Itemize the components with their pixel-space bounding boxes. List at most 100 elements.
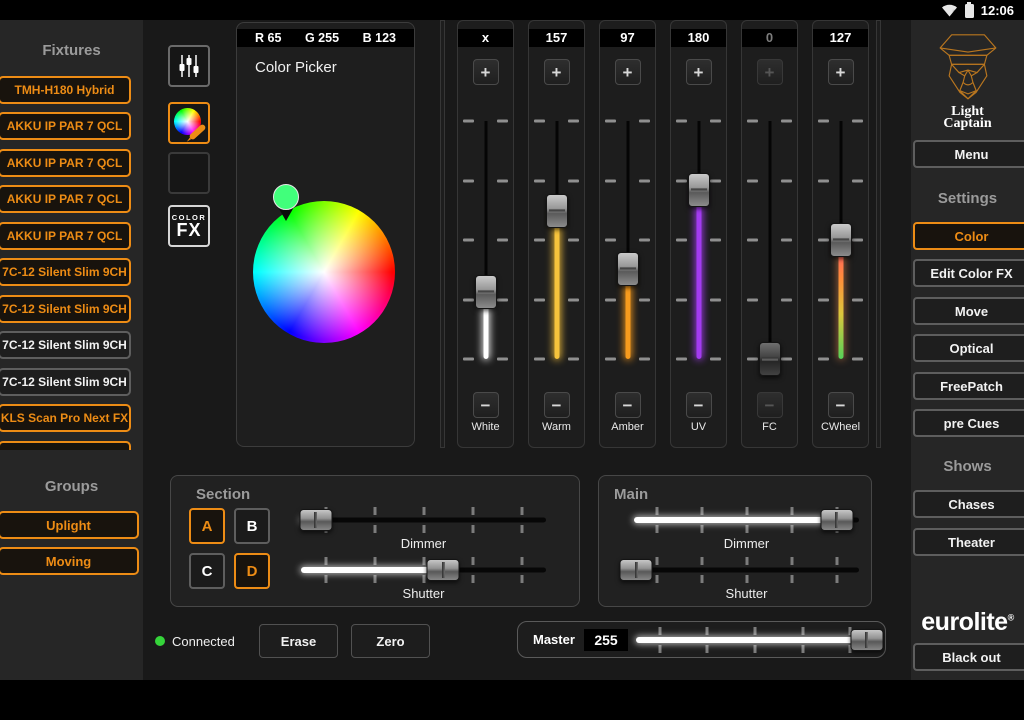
group-button-uplight[interactable]: Uplight — [0, 511, 139, 539]
fixture-button[interactable]: 7C-12 Silent Slim 9CH — [0, 331, 131, 359]
decrement-button[interactable]: − — [828, 392, 854, 418]
connection-status-dot — [155, 636, 165, 646]
increment-button[interactable]: + — [828, 59, 854, 85]
erase-button[interactable]: Erase — [259, 624, 338, 658]
fader-channel-uv: 180 + − UV — [670, 20, 727, 448]
fixture-button[interactable]: 7C-12 Silent Slim 9CH — [0, 295, 131, 323]
menu-button[interactable]: Menu — [913, 140, 1024, 168]
fixture-button[interactable]: KLS Scan Pro Next FX — [0, 404, 131, 432]
fixture-button[interactable] — [0, 441, 131, 450]
increment-button[interactable]: + — [544, 59, 570, 85]
android-nav-bar — [0, 680, 1024, 720]
color-picker-title: Color Picker — [255, 59, 337, 76]
fader-thumb[interactable] — [475, 275, 497, 309]
app-screen: ✕ 12:06 Fixtures TMH-H180 Hybrid AKKU IP… — [0, 0, 1024, 720]
dimmer-label: Dimmer — [301, 536, 546, 551]
shows-item-theater[interactable]: Theater — [913, 528, 1024, 556]
shows-item-chases[interactable]: Chases — [913, 490, 1024, 518]
fader-panel-partial — [440, 20, 445, 448]
fader-track-zone[interactable] — [534, 121, 579, 359]
connection-status-text: Connected — [172, 634, 235, 649]
fixtures-list[interactable]: TMH-H180 Hybrid AKKU IP PAR 7 QCL AKKU I… — [0, 62, 143, 450]
fader-thumb[interactable] — [546, 194, 568, 228]
slider-thumb[interactable] — [820, 509, 853, 531]
faders-tool-button[interactable] — [168, 45, 210, 87]
settings-item-freepatch[interactable]: FreePatch — [913, 372, 1024, 400]
fader-track-zone[interactable] — [747, 121, 792, 359]
increment-button[interactable]: + — [686, 59, 712, 85]
slider-thumb[interactable] — [299, 509, 332, 531]
slider-thumb[interactable] — [620, 559, 653, 581]
color-wheel[interactable] — [253, 201, 395, 343]
fader-track-zone[interactable] — [676, 121, 721, 359]
section-cell-a[interactable]: A — [189, 508, 225, 544]
channel-label: CWheel — [813, 421, 868, 433]
decrement-button[interactable]: − — [544, 392, 570, 418]
fixture-button[interactable]: TMH-H180 Hybrid — [0, 76, 131, 104]
fader-thumb[interactable] — [688, 173, 710, 207]
main-dimmer-slider[interactable] — [634, 507, 859, 533]
fixture-button[interactable]: AKKU IP PAR 7 QCL — [0, 149, 131, 177]
clock: 12:06 — [981, 3, 1014, 18]
master-slider[interactable] — [636, 627, 874, 653]
fixture-button[interactable]: 7C-12 Silent Slim 9CH — [0, 368, 131, 396]
increment-button[interactable]: + — [615, 59, 641, 85]
fixture-button[interactable]: AKKU IP PAR 7 QCL — [0, 185, 131, 213]
channel-label: UV — [671, 421, 726, 433]
shutter-label: Shutter — [634, 586, 859, 601]
light-captain-logo — [927, 25, 1009, 107]
section-cell-c[interactable]: C — [189, 553, 225, 589]
decrement-button[interactable]: − — [615, 392, 641, 418]
section-title: Section — [196, 486, 250, 503]
fixture-button[interactable]: 7C-12 Silent Slim 9CH — [0, 258, 131, 286]
battery-icon — [965, 4, 974, 18]
fader-thumb[interactable] — [759, 342, 781, 376]
settings-item-pre-cues[interactable]: pre Cues — [913, 409, 1024, 437]
section-cell-b[interactable]: B — [234, 508, 270, 544]
decrement-button[interactable]: − — [757, 392, 783, 418]
fader-thumb[interactable] — [617, 252, 639, 286]
palette-tool-button[interactable] — [168, 152, 210, 194]
fader-track-zone[interactable] — [818, 121, 863, 359]
master-label: Master — [533, 632, 575, 647]
group-button-moving[interactable]: Moving — [0, 547, 139, 575]
decrement-button[interactable]: − — [473, 392, 499, 418]
fader-channel-cwheel: 127 + − CWheel — [812, 20, 869, 448]
shutter-label: Shutter — [301, 586, 546, 601]
zero-button[interactable]: Zero — [351, 624, 430, 658]
slider-thumb[interactable] — [850, 629, 883, 651]
faders-icon — [176, 53, 202, 79]
fader-channel-warm: 157 + − Warm — [528, 20, 585, 448]
settings-item-optical[interactable]: Optical — [913, 334, 1024, 362]
fader-channel-white: x + − White — [457, 20, 514, 448]
blackout-button[interactable]: Black out — [913, 643, 1024, 671]
section-cell-d[interactable]: D — [234, 553, 270, 589]
increment-button[interactable]: + — [473, 59, 499, 85]
fixture-button[interactable]: AKKU IP PAR 7 QCL — [0, 222, 131, 250]
fader-panel-partial — [876, 20, 881, 448]
fader-track-zone[interactable] — [463, 121, 508, 359]
channel-value: 180 — [671, 29, 726, 47]
channel-value: x — [458, 29, 513, 47]
section-dimmer-slider[interactable] — [301, 507, 546, 533]
settings-item-edit-color-fx[interactable]: Edit Color FX — [913, 259, 1024, 287]
fixture-button[interactable]: AKKU IP PAR 7 QCL — [0, 112, 131, 140]
slider-thumb[interactable] — [427, 559, 460, 581]
blue-value: B 123 — [363, 31, 396, 45]
dimmer-label: Dimmer — [634, 536, 859, 551]
main-shutter-slider[interactable] — [634, 557, 859, 583]
fader-channel-fc: 0 + − FC — [741, 20, 798, 448]
groups-title: Groups — [0, 478, 143, 495]
color-picker-tool-button[interactable] — [168, 102, 210, 144]
fader-track-zone[interactable] — [605, 121, 650, 359]
settings-item-move[interactable]: Move — [913, 297, 1024, 325]
fader-thumb[interactable] — [830, 223, 852, 257]
settings-sidebar: Light Captain Menu Settings Color Edit C… — [911, 20, 1024, 680]
increment-button[interactable]: + — [757, 59, 783, 85]
color-pin[interactable] — [273, 184, 299, 210]
color-fx-tool-button[interactable]: COLOR FX — [168, 205, 210, 247]
decrement-button[interactable]: − — [686, 392, 712, 418]
section-shutter-slider[interactable] — [301, 557, 546, 583]
master-value: 255 — [584, 629, 628, 651]
settings-item-color[interactable]: Color — [913, 222, 1024, 250]
